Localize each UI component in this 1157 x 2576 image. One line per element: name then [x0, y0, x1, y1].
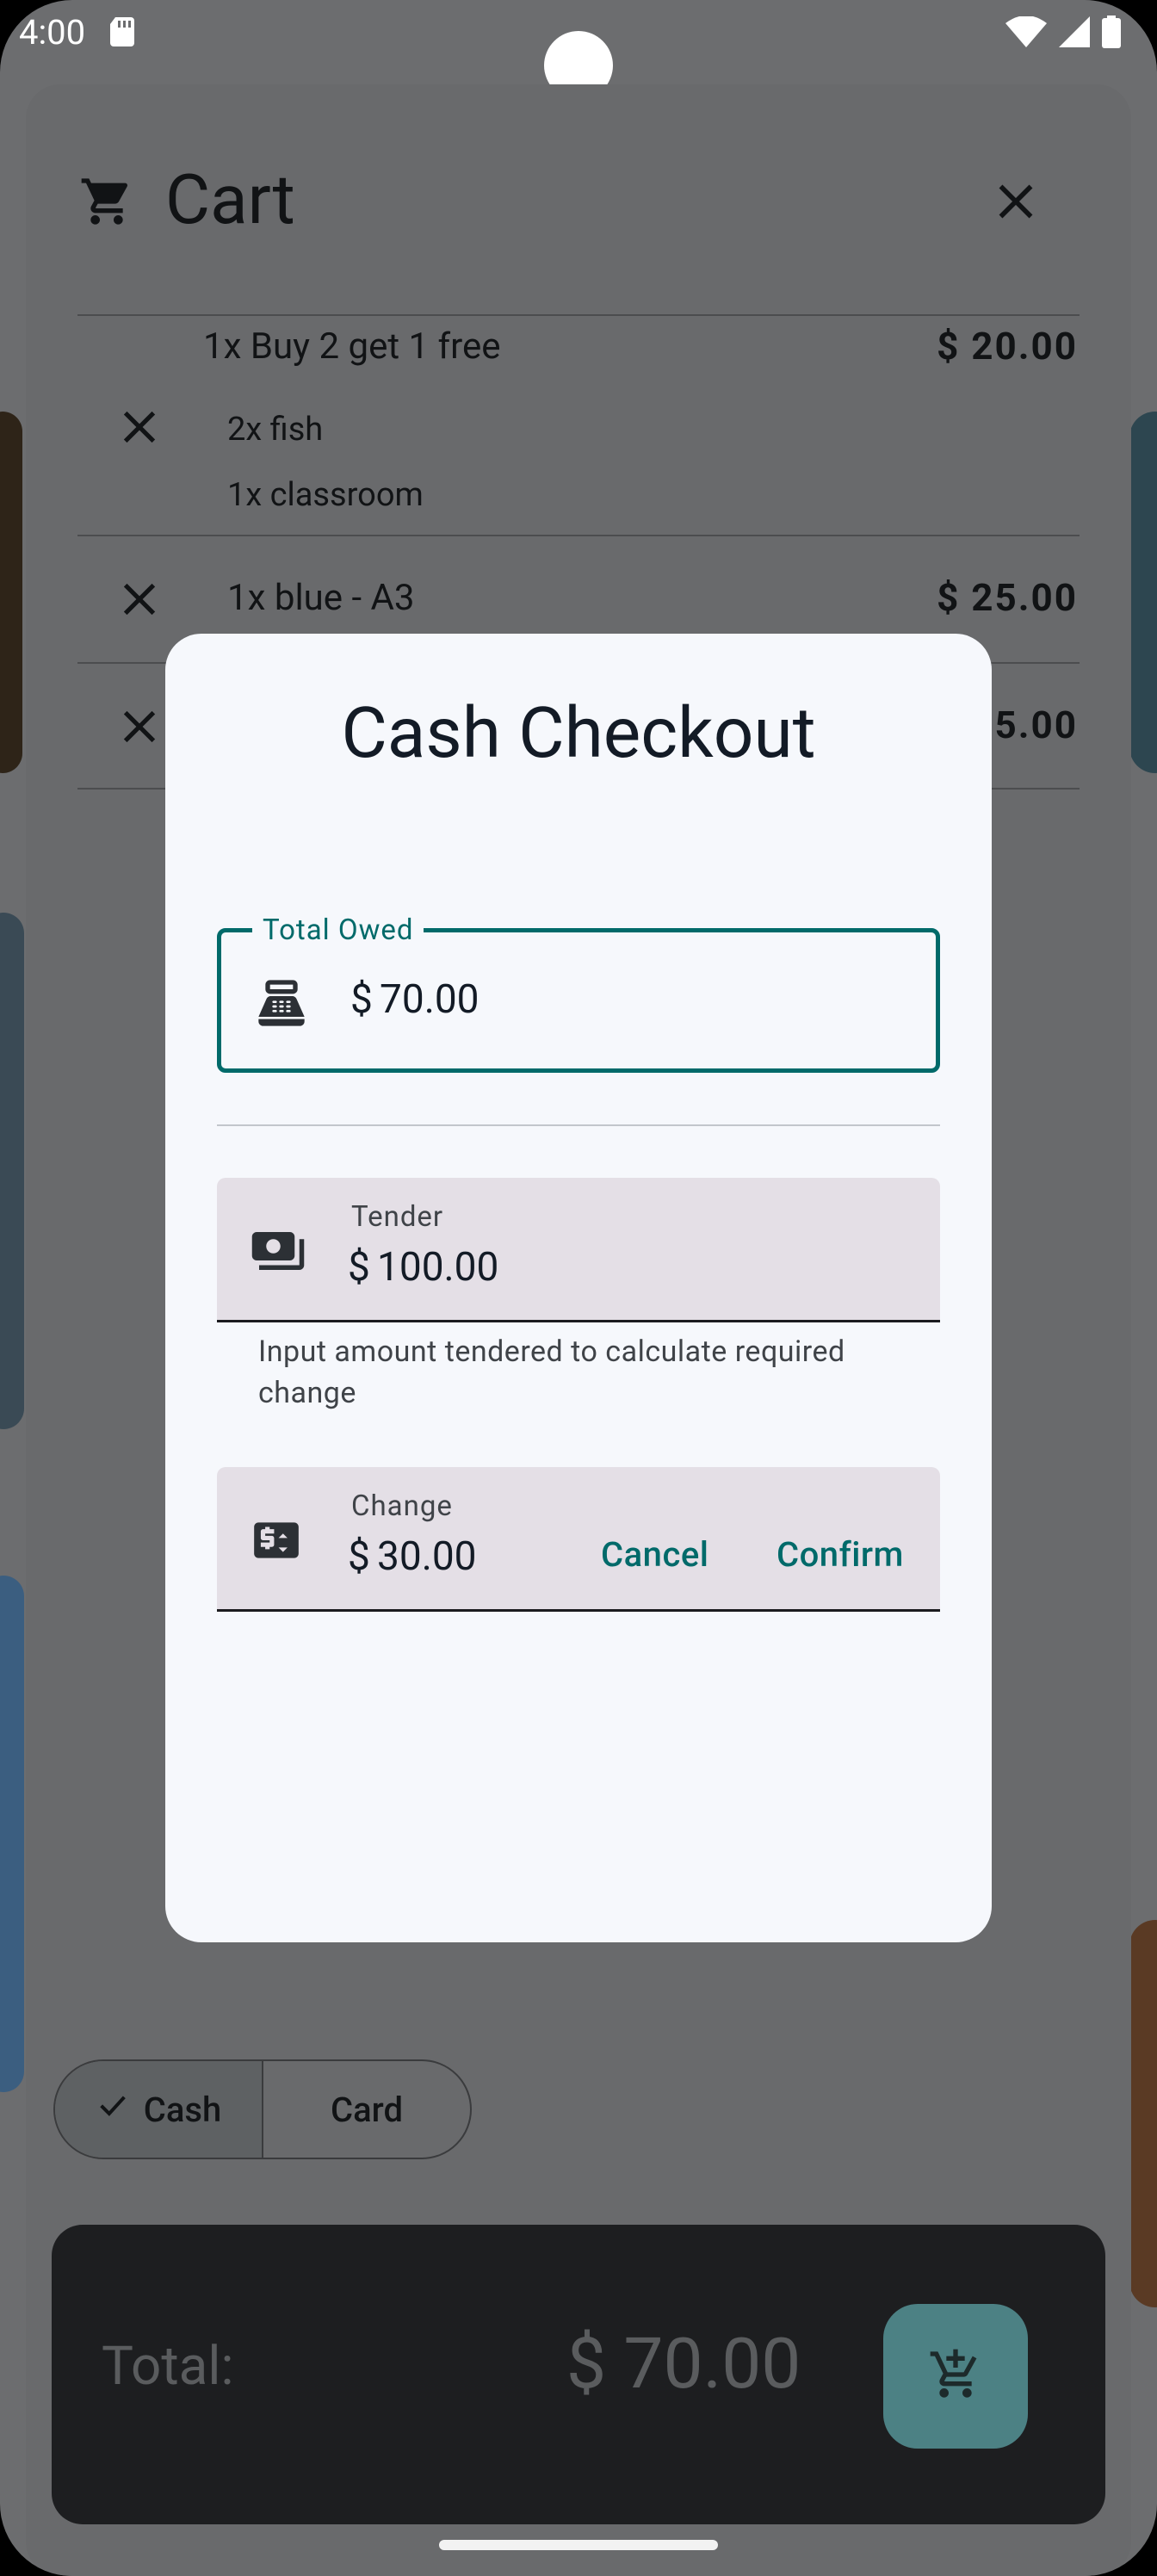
cart-item-price: 5.00 — [994, 703, 1078, 747]
total-owed-field[interactable]: Total Owed $ 70.00 — [217, 913, 940, 1073]
change-label: Change — [351, 1489, 453, 1523]
dialog-divider — [217, 1124, 940, 1126]
total-bar: Total: $ 70.00 — [52, 2225, 1105, 2524]
total-owed-label: Total Owed — [252, 913, 424, 948]
background-image — [1129, 1920, 1157, 2307]
battery-icon — [1102, 15, 1121, 52]
tender-prefix: $ — [348, 1244, 370, 1291]
tender-helper-text: Input amount tendered to calculate requi… — [258, 1334, 845, 1410]
payment-option-label: Cash — [143, 2089, 222, 2130]
close-icon[interactable] — [990, 176, 1042, 227]
remove-item-button[interactable] — [115, 703, 164, 751]
remove-item-button[interactable] — [115, 403, 164, 451]
background-image — [0, 1576, 24, 2092]
tender-label: Tender — [351, 1200, 444, 1234]
payment-option-card[interactable]: Card — [263, 2061, 470, 2158]
status-time: 4:00 — [19, 12, 86, 53]
total-value: $ 70.00 — [566, 2323, 801, 2406]
remove-item-button[interactable] — [115, 575, 164, 623]
cart-item-name: 1x blue - A3 — [227, 577, 415, 619]
background-image — [0, 913, 24, 1429]
phone-screen: 4:00 Cart 1x Buy 2 get 1 free $ 20.00 2x… — [0, 0, 1157, 2576]
check-icon — [96, 2088, 130, 2131]
cart-item-price: $ 20.00 — [937, 324, 1078, 368]
payment-option-cash[interactable]: Cash — [55, 2061, 263, 2158]
cart-item-sub: 2x fish — [227, 411, 324, 449]
shopping-cart-icon — [79, 174, 134, 232]
total-owed-prefix: $ — [350, 976, 373, 1023]
cart-title: Cart — [165, 159, 295, 240]
currency-exchange-icon — [250, 1514, 303, 1570]
dialog-title: Cash Checkout — [341, 692, 816, 775]
total-label: Total: — [102, 2335, 234, 2398]
background-image — [1129, 412, 1157, 773]
background-image — [0, 412, 22, 773]
add-shopping-cart-icon — [928, 2347, 983, 2406]
divider — [77, 314, 1080, 316]
status-icons — [1005, 15, 1121, 52]
cart-item-name: 1x Buy 2 get 1 free — [203, 325, 501, 368]
navigation-handle[interactable] — [439, 2540, 718, 2550]
signal-icon — [1059, 16, 1090, 51]
tender-field[interactable]: Tender $ 100.00 — [217, 1178, 940, 1322]
cancel-button[interactable]: Cancel — [601, 1533, 708, 1577]
total-owed-value: 70.00 — [380, 976, 480, 1023]
wifi-icon — [1005, 15, 1047, 51]
payment-method-toggle: Cash Card — [53, 2059, 472, 2159]
confirm-button[interactable]: Confirm — [776, 1533, 904, 1577]
change-prefix: $ — [348, 1533, 370, 1580]
change-value: 30.00 — [377, 1533, 477, 1580]
payments-icon — [250, 1223, 306, 1283]
cart-item-sub: 1x classroom — [227, 476, 424, 514]
cash-checkout-dialog: Cash Checkout Total Owed $ 70.00 Tender … — [165, 634, 992, 1942]
cart-item-price: $ 25.00 — [937, 575, 1078, 620]
sd-card-icon — [110, 17, 134, 50]
tender-value: 100.00 — [377, 1244, 499, 1291]
checkout-button[interactable] — [883, 2304, 1028, 2449]
point-of-sale-icon — [254, 975, 309, 1034]
divider — [77, 535, 1080, 536]
payment-option-label: Card — [331, 2089, 403, 2130]
